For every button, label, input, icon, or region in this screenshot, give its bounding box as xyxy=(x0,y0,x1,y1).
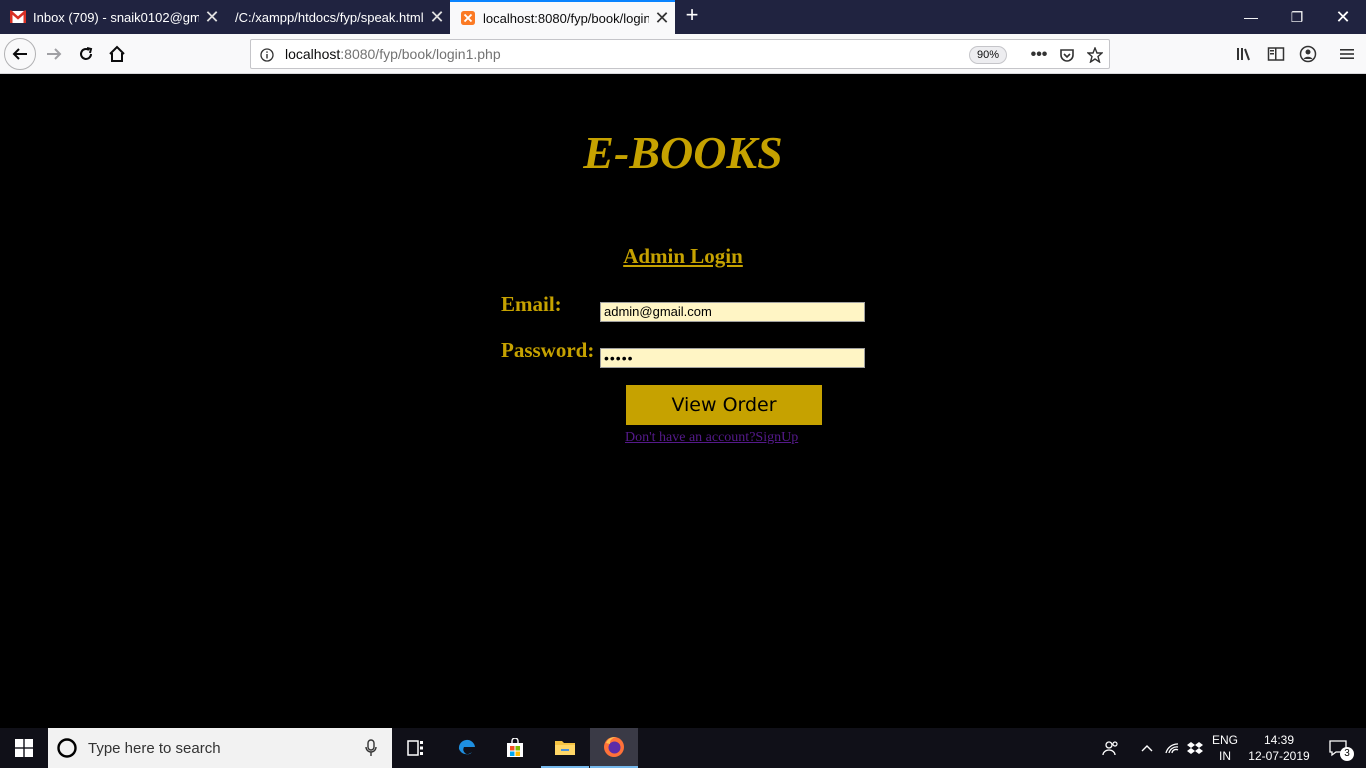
email-label: Email: xyxy=(501,292,562,316)
clock[interactable]: 14:39 12-07-2019 xyxy=(1246,728,1312,768)
nav-toolbar: localhost:8080/fyp/book/login1.php 90% •… xyxy=(0,34,1366,74)
page-actions-icon[interactable]: ••• xyxy=(1029,45,1049,65)
account-icon[interactable] xyxy=(1292,38,1324,70)
close-tab-icon[interactable]: ✕ xyxy=(199,8,225,26)
restore-icon[interactable]: ❐ xyxy=(1274,0,1320,34)
new-tab-icon[interactable]: + xyxy=(680,4,704,28)
edge-icon[interactable] xyxy=(443,728,491,768)
file-explorer-icon[interactable] xyxy=(541,728,589,768)
notification-center-icon[interactable]: 3 xyxy=(1318,728,1358,768)
tab-title: Inbox (709) - snaik0102@gmail.com xyxy=(33,9,199,25)
email-field[interactable]: admin@gmail.com xyxy=(600,302,865,322)
close-tab-icon[interactable]: ✕ xyxy=(424,8,450,26)
view-order-button[interactable]: View Order xyxy=(626,385,822,425)
signup-link[interactable]: Don't have an account?SignUp xyxy=(625,430,798,446)
tab-gmail[interactable]: Inbox (709) - snaik0102@gmail.com ✕ xyxy=(0,0,225,34)
search-placeholder: Type here to search xyxy=(88,739,221,757)
url-path: :8080/fyp/book/login1.php xyxy=(340,46,501,62)
firefox-taskbar-icon[interactable] xyxy=(590,728,638,768)
task-view-icon[interactable] xyxy=(392,728,440,768)
people-icon[interactable] xyxy=(1098,728,1124,768)
url-text[interactable]: localhost:8080/fyp/book/login1.php xyxy=(285,46,501,62)
arrow-right-icon xyxy=(47,48,62,60)
taskbar: Type here to search ENG IN 14:39 12-07-2… xyxy=(0,728,1366,768)
page-content: E-BOOKS Admin Login Email: admin@gmail.c… xyxy=(0,74,1366,728)
menu-icon[interactable] xyxy=(1331,38,1363,70)
wifi-icon[interactable] xyxy=(1160,728,1184,768)
start-button[interactable] xyxy=(0,728,48,768)
url-host: localhost xyxy=(285,46,341,62)
clock-date: 12-07-2019 xyxy=(1248,749,1310,763)
password-field[interactable]: ••••• xyxy=(600,348,865,368)
taskbar-search[interactable]: Type here to search xyxy=(48,728,392,768)
info-icon[interactable] xyxy=(257,45,277,65)
microphone-icon[interactable] xyxy=(364,739,378,757)
library-icon[interactable] xyxy=(1228,38,1260,70)
notification-count-badge: 3 xyxy=(1340,747,1354,761)
close-window-icon[interactable]: ✕ xyxy=(1320,0,1366,34)
pocket-icon[interactable] xyxy=(1057,45,1077,65)
tab-login[interactable]: localhost:8080/fyp/book/login1.php ✕ xyxy=(450,0,675,34)
tab-title: /C:/xampp/htdocs/fyp/speak.html xyxy=(235,9,424,25)
language-code: ENG xyxy=(1211,733,1238,747)
back-button[interactable] xyxy=(4,38,36,70)
minimize-icon[interactable]: — xyxy=(1228,0,1274,34)
sidebar-icon[interactable] xyxy=(1260,38,1292,70)
reload-icon xyxy=(80,47,93,60)
region-code: IN xyxy=(1219,749,1231,763)
windows-icon xyxy=(15,739,33,757)
reload-button[interactable] xyxy=(70,38,102,70)
cortana-icon xyxy=(57,738,77,758)
tab-strip: Inbox (709) - snaik0102@gmail.com ✕ /C:/… xyxy=(0,0,1366,34)
admin-login-heading: Admin Login xyxy=(623,244,743,268)
bookmark-star-icon[interactable] xyxy=(1085,45,1105,65)
site-logo-text: E-BOOKS xyxy=(583,127,783,178)
language-indicator[interactable]: ENG IN xyxy=(1206,728,1244,768)
gmail-icon xyxy=(10,10,26,23)
arrow-left-icon xyxy=(12,48,27,60)
password-label: Password: xyxy=(501,338,595,362)
home-icon xyxy=(109,45,125,62)
dropbox-icon[interactable] xyxy=(1184,728,1206,768)
forward-button[interactable] xyxy=(38,38,70,70)
tab-speak[interactable]: /C:/xampp/htdocs/fyp/speak.html ✕ xyxy=(225,0,450,34)
address-bar[interactable]: localhost:8080/fyp/book/login1.php 90% •… xyxy=(250,39,1110,69)
home-button[interactable] xyxy=(101,38,133,70)
store-icon[interactable] xyxy=(491,728,539,768)
close-tab-icon[interactable]: ✕ xyxy=(649,9,675,27)
zoom-indicator[interactable]: 90% xyxy=(969,46,1008,64)
chevron-up-icon[interactable] xyxy=(1136,728,1158,768)
tab-title: localhost:8080/fyp/book/login1.php xyxy=(483,10,649,26)
xampp-icon xyxy=(461,11,475,25)
clock-time: 14:39 xyxy=(1263,733,1295,747)
